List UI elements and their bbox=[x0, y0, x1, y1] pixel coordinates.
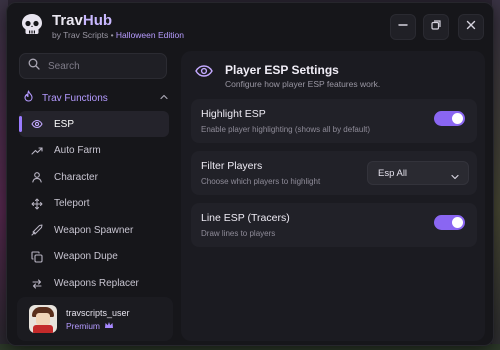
app-edition: Halloween Edition bbox=[115, 30, 184, 40]
tier-label: Premium bbox=[66, 320, 101, 331]
sidebar-item-label: Auto Farm bbox=[54, 145, 101, 157]
setting-line-esp: Line ESP (Tracers) Draw lines to players bbox=[191, 203, 477, 247]
sidebar-item-label: Weapons Replacer bbox=[54, 278, 139, 290]
user-icon bbox=[31, 171, 43, 183]
app-name-first: Trav bbox=[52, 12, 83, 29]
avatar bbox=[29, 305, 57, 333]
username: travscripts_user bbox=[66, 307, 130, 318]
title-bar[interactable]: TravHub by Trav Scripts • Halloween Edit… bbox=[7, 3, 493, 49]
app-title: TravHub bbox=[52, 12, 112, 29]
sidebar-item-esp[interactable]: ESP bbox=[19, 111, 169, 137]
app-window: TravHub by Trav Scripts • Halloween Edit… bbox=[6, 2, 494, 346]
toggle-knob bbox=[452, 217, 463, 228]
line-esp-toggle[interactable] bbox=[434, 215, 465, 230]
sidebar-item-label: Teleport bbox=[54, 198, 90, 210]
user-profile[interactable]: travscripts_user Premium bbox=[17, 297, 173, 341]
move-icon bbox=[31, 198, 43, 210]
sidebar-item-label: Weapon Spawner bbox=[54, 224, 134, 236]
sidebar-item-character[interactable]: Character bbox=[19, 164, 169, 190]
sword-icon bbox=[31, 224, 43, 236]
close-button[interactable] bbox=[458, 14, 484, 40]
toggle-knob bbox=[452, 113, 463, 124]
sidebar-item-auto-farm[interactable]: Auto Farm bbox=[19, 138, 169, 164]
flame-icon bbox=[23, 89, 34, 107]
setting-highlight-esp: Highlight ESP Enable player highlighting… bbox=[191, 99, 477, 143]
search-icon bbox=[28, 57, 40, 75]
sidebar-item-label: Character bbox=[54, 171, 98, 183]
eye-icon bbox=[195, 64, 213, 83]
setting-description: Enable player highlighting (shows all by… bbox=[201, 125, 370, 134]
swap-icon bbox=[31, 278, 43, 290]
sidebar-item-teleport[interactable]: Teleport bbox=[19, 191, 169, 217]
sidebar-item-weapon-spawner[interactable]: Weapon Spawner bbox=[19, 217, 169, 243]
filter-players-dropdown[interactable]: Esp All bbox=[367, 161, 469, 185]
sidebar-item-label: Weapon Dupe bbox=[54, 251, 118, 263]
sidebar: Trav Functions ESP Auto Farm bbox=[17, 51, 175, 343]
page-description: Configure how player ESP features work. bbox=[225, 79, 381, 89]
settings-panel: Player ESP Settings Configure how player… bbox=[181, 51, 485, 341]
crown-icon bbox=[104, 321, 114, 331]
setting-title: Filter Players bbox=[201, 160, 263, 172]
setting-filter-players: Filter Players Choose which players to h… bbox=[191, 151, 477, 195]
search-box[interactable] bbox=[19, 53, 167, 79]
app-author: by Trav Scripts • bbox=[52, 30, 114, 40]
tier-badge: Premium bbox=[66, 321, 130, 331]
restore-icon bbox=[430, 18, 442, 36]
skull-logo-icon bbox=[19, 12, 45, 38]
sidebar-item-label: ESP bbox=[54, 118, 75, 130]
restore-button[interactable] bbox=[423, 14, 449, 40]
chevron-down-icon bbox=[450, 169, 460, 187]
copy-icon bbox=[31, 251, 43, 263]
search-input[interactable] bbox=[48, 60, 158, 72]
setting-title: Line ESP (Tracers) bbox=[201, 212, 290, 224]
highlight-esp-toggle[interactable] bbox=[434, 111, 465, 126]
section-trav-functions[interactable]: Trav Functions bbox=[23, 89, 169, 107]
sidebar-item-weapon-dupe[interactable]: Weapon Dupe bbox=[19, 244, 169, 270]
setting-description: Draw lines to players bbox=[201, 229, 276, 238]
nav-list: ESP Auto Farm Character Teleport Weapon … bbox=[19, 111, 169, 297]
page-title: Player ESP Settings bbox=[225, 63, 339, 77]
dropdown-value: Esp All bbox=[378, 168, 408, 179]
minimize-icon bbox=[397, 18, 409, 36]
eye-icon bbox=[31, 118, 43, 130]
trend-icon bbox=[31, 145, 43, 157]
chevron-up-icon bbox=[159, 89, 169, 107]
app-name-second: Hub bbox=[82, 12, 113, 29]
panel-header: Player ESP Settings Configure how player… bbox=[195, 61, 475, 91]
close-icon bbox=[465, 18, 477, 36]
setting-title: Highlight ESP bbox=[201, 108, 266, 120]
section-label: Trav Functions bbox=[42, 92, 108, 104]
minimize-button[interactable] bbox=[390, 14, 416, 40]
sidebar-item-weapons-replacer[interactable]: Weapons Replacer bbox=[19, 271, 169, 297]
setting-description: Choose which players to highlight bbox=[201, 177, 321, 186]
app-subtitle: by Trav Scripts • Halloween Edition bbox=[52, 30, 184, 40]
